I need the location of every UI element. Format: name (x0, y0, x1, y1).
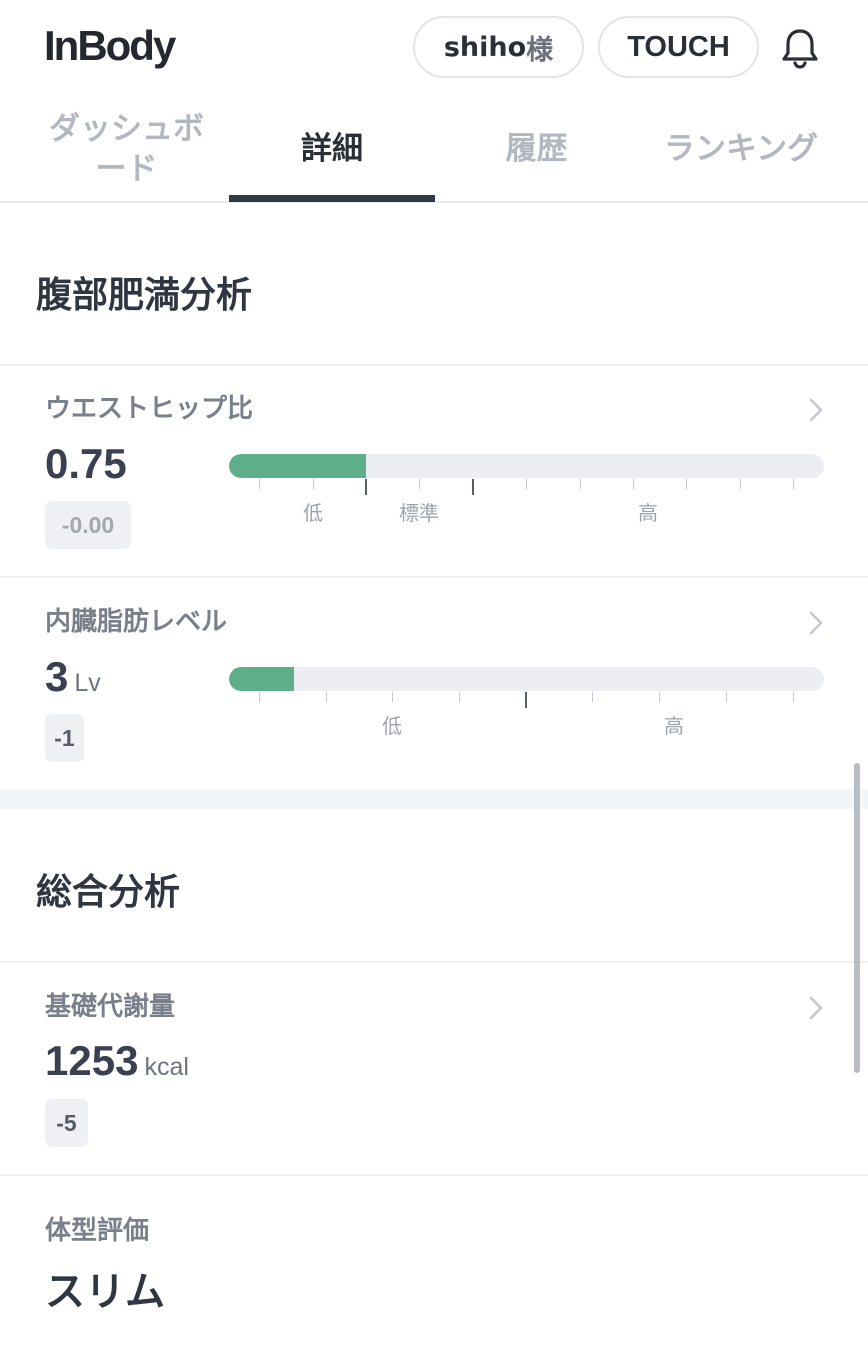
whr-label: ウエストヒップ比 (45, 394, 254, 424)
whr-tick (633, 479, 634, 489)
chevron-right-icon[interactable] (803, 995, 829, 1021)
whr-tick (419, 479, 420, 489)
bmr-number: 1253 (45, 1037, 139, 1084)
whr-scale-high: 高 (638, 501, 658, 525)
user-name: shiho (443, 31, 527, 63)
whr-value: 0.75 (45, 440, 127, 487)
tab-history[interactable]: 履歴 (435, 95, 638, 203)
chevron-right-icon[interactable] (803, 610, 829, 636)
divider (0, 1174, 868, 1176)
abdominal-analysis-title: 腹部肥満分析 (36, 275, 253, 316)
visceral-tick (659, 692, 660, 702)
visceral-tick (459, 692, 460, 702)
whr-tick-major (472, 479, 474, 495)
whr-bar-fill (229, 454, 366, 478)
user-honorific: 様 (526, 34, 554, 66)
whr-tick (313, 479, 314, 489)
tab-ranking[interactable]: ランキング (638, 95, 844, 203)
bmr-label: 基礎代謝量 (45, 992, 176, 1022)
whr-tick (526, 479, 527, 489)
whr-change-badge: -0.00 (45, 501, 131, 549)
visceral-fat-bar-track (229, 667, 824, 691)
body-type-value: スリム (45, 1269, 165, 1315)
visceral-fat-number: 3 (45, 653, 69, 700)
visceral-fat-change-badge: -1 (45, 714, 84, 762)
visceral-tick (259, 692, 260, 702)
section-separator (0, 789, 868, 809)
user-button[interactable]: shiho 様 (413, 16, 584, 78)
whr-tick (686, 479, 687, 489)
whr-scale-standard: 標準 (399, 501, 439, 525)
whr-tick-major (365, 479, 367, 495)
visceral-scale-high: 高 (664, 714, 684, 738)
tab-bar: ダッシュボード 詳細 履歴 ランキング (0, 95, 868, 203)
visceral-fat-unit: Lv (74, 669, 101, 697)
visceral-fat-bar-fill (229, 667, 294, 691)
chevron-right-icon[interactable] (803, 397, 829, 423)
visceral-tick-major (525, 692, 527, 708)
visceral-tick (592, 692, 593, 702)
whr-tick (740, 479, 741, 489)
whr-tick (793, 479, 794, 489)
visceral-fat-label: 内臓脂肪レベル (45, 607, 228, 637)
visceral-tick (726, 692, 727, 702)
app-header: InBody shiho 様 TOUCH (0, 0, 868, 95)
whr-bar-track (229, 454, 824, 478)
tab-details[interactable]: 詳細 (229, 95, 435, 203)
visceral-tick (392, 692, 393, 702)
whr-tick (580, 479, 581, 489)
divider (0, 576, 868, 578)
inbody-logo[interactable]: InBody (44, 22, 176, 70)
bell-icon[interactable] (776, 24, 824, 72)
body-type-label: 体型評価 (45, 1216, 150, 1246)
whr-scale-low: 低 (303, 501, 323, 525)
bmr-unit: kcal (144, 1053, 189, 1081)
visceral-tick (793, 692, 794, 702)
bmr-value: 1253 kcal (45, 1037, 189, 1085)
scrollbar[interactable] (854, 763, 860, 1073)
touch-button[interactable]: TOUCH (598, 16, 759, 78)
visceral-scale-low: 低 (382, 714, 402, 738)
visceral-fat-value: 3 Lv (45, 653, 101, 701)
overall-analysis-title: 総合分析 (36, 872, 181, 913)
active-tab-indicator (229, 195, 435, 202)
divider (0, 364, 868, 366)
divider (0, 961, 868, 963)
tab-dashboard[interactable]: ダッシュボード (24, 95, 229, 203)
whr-tick (259, 479, 260, 489)
visceral-tick (326, 692, 327, 702)
bmr-change-badge: -5 (45, 1099, 88, 1147)
